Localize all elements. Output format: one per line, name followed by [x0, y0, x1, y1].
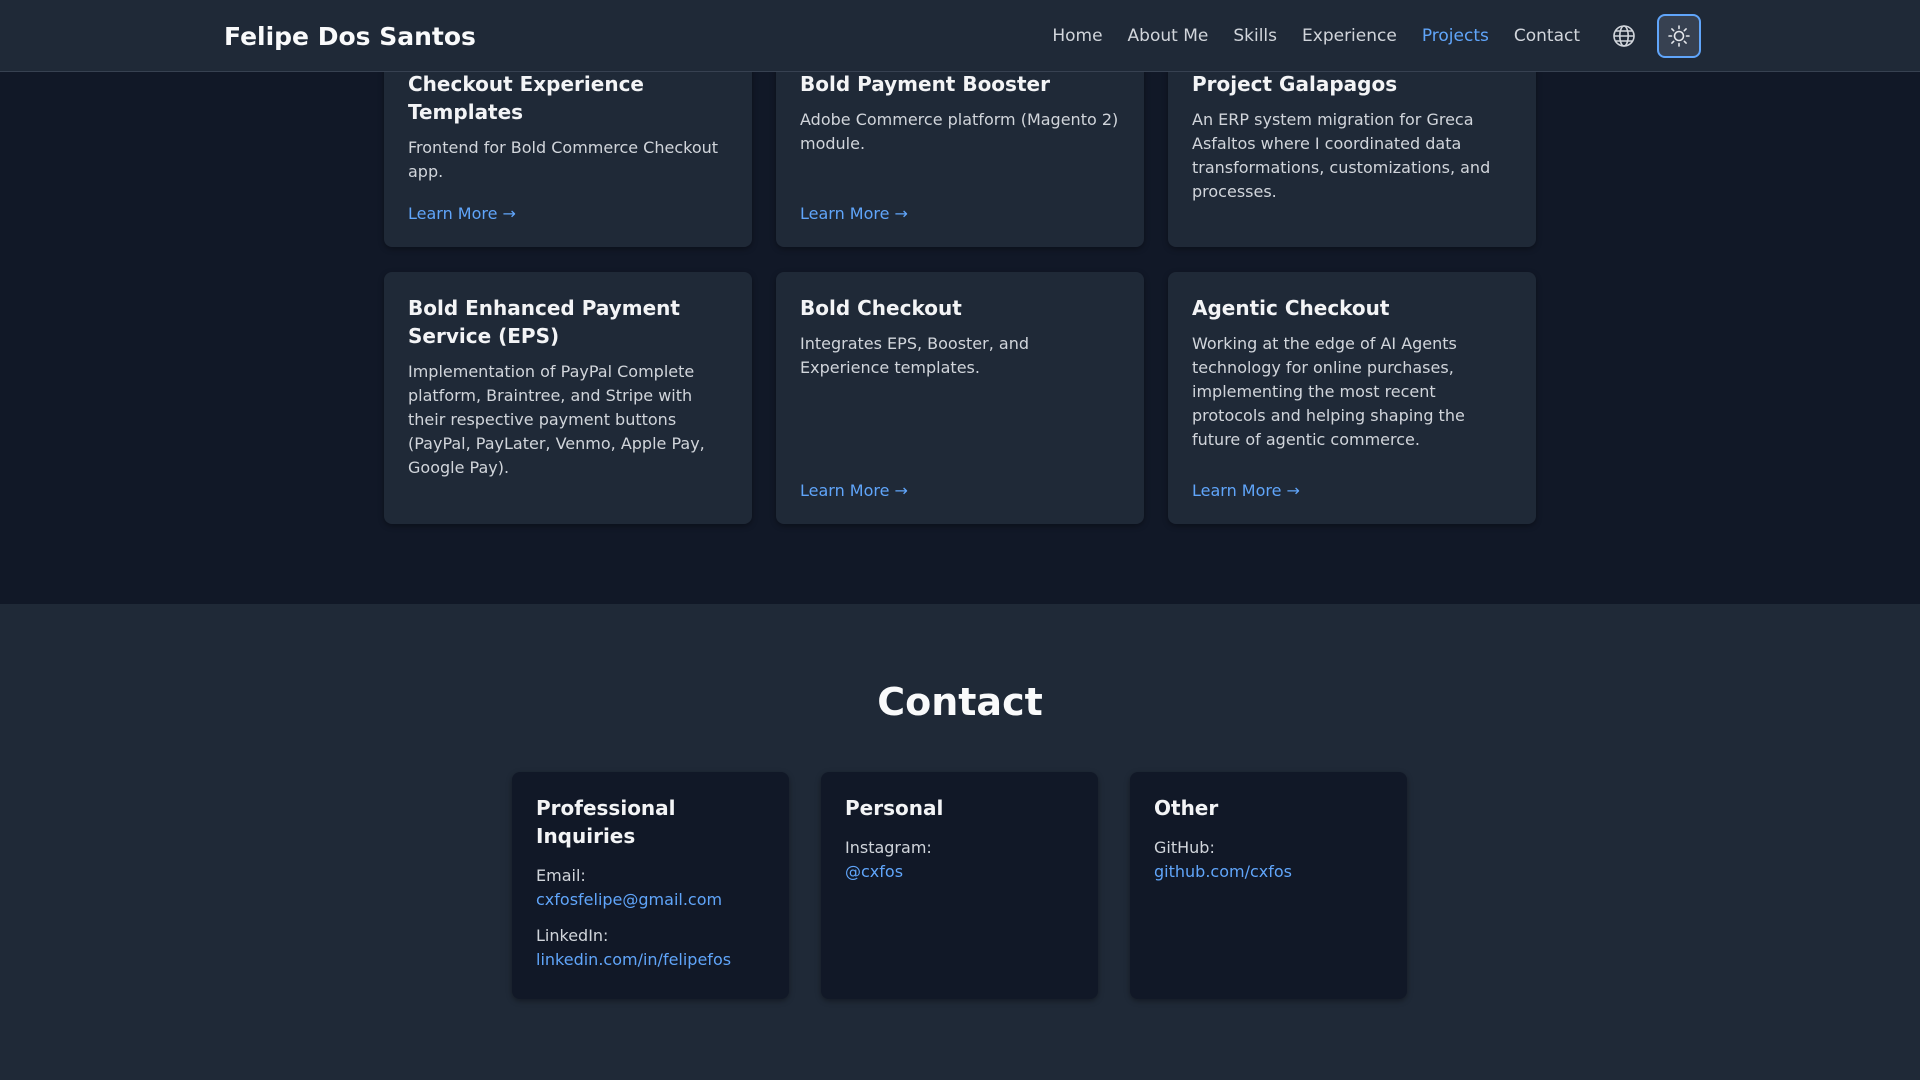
- github-link[interactable]: github.com/cxfos: [1154, 860, 1383, 884]
- project-card-checkout-templates: Checkout Experience Templates Frontend f…: [384, 48, 752, 247]
- project-card-agentic-checkout: Agentic Checkout Working at the edge of …: [1168, 272, 1536, 524]
- site-brand[interactable]: Felipe Dos Santos: [224, 0, 476, 72]
- contact-heading: Contact: [877, 680, 1043, 724]
- learn-more-link[interactable]: Learn More →: [800, 204, 908, 223]
- contact-card-title: Professional Inquiries: [536, 796, 676, 848]
- contact-card-title: Other: [1154, 796, 1219, 820]
- main-nav: Home About Me Skills Experience Projects…: [1052, 0, 1580, 72]
- contact-section: Contact Professional Inquiries Email: cx…: [0, 604, 1920, 1080]
- learn-more-link[interactable]: Learn More →: [1192, 481, 1300, 500]
- nav-projects[interactable]: Projects: [1422, 26, 1489, 46]
- project-title: Bold Enhanced Payment Service (EPS): [408, 296, 680, 348]
- header-actions: [1604, 14, 1701, 58]
- learn-more-link[interactable]: Learn More →: [408, 204, 516, 223]
- project-title: Project Galapagos: [1192, 72, 1398, 96]
- linkedin-label: LinkedIn:: [536, 926, 609, 945]
- project-description: Integrates EPS, Booster, and Experience …: [800, 334, 1029, 377]
- project-description: Working at the edge of AI Agents technol…: [1192, 334, 1465, 449]
- contact-card-professional: Professional Inquiries Email: cxfosfelip…: [512, 772, 789, 999]
- projects-section: Checkout Experience Templates Frontend f…: [0, 0, 1920, 604]
- project-description: Implementation of PayPal Complete platfo…: [408, 362, 705, 477]
- project-title: Agentic Checkout: [1192, 296, 1390, 320]
- learn-more-link[interactable]: Learn More →: [800, 481, 908, 500]
- language-button[interactable]: [1604, 14, 1644, 58]
- contact-card-title: Personal: [845, 796, 944, 820]
- project-card-eps: Bold Enhanced Payment Service (EPS) Impl…: [384, 272, 752, 524]
- project-card-galapagos: Project Galapagos An ERP system migratio…: [1168, 48, 1536, 247]
- project-title: Bold Checkout: [800, 296, 962, 320]
- project-title: Bold Payment Booster: [800, 72, 1050, 96]
- nav-about-me[interactable]: About Me: [1128, 26, 1209, 46]
- project-description: Frontend for Bold Commerce Checkout app.: [408, 138, 719, 181]
- sun-icon: [1668, 25, 1690, 47]
- project-title: Checkout Experience Templates: [408, 72, 644, 124]
- nav-contact[interactable]: Contact: [1514, 26, 1580, 46]
- site-header: Felipe Dos Santos Home About Me Skills E…: [0, 0, 1920, 72]
- nav-skills[interactable]: Skills: [1233, 26, 1277, 46]
- nav-experience[interactable]: Experience: [1302, 26, 1397, 46]
- email-link[interactable]: cxfosfelipe@gmail.com: [536, 888, 765, 912]
- theme-toggle-button[interactable]: [1657, 14, 1701, 58]
- email-label: Email:: [536, 866, 586, 885]
- linkedin-link[interactable]: linkedin.com/in/felipefos: [536, 948, 765, 972]
- globe-icon: [1613, 25, 1635, 47]
- contact-card-other: Other GitHub: github.com/cxfos: [1130, 772, 1407, 999]
- github-label: GitHub:: [1154, 838, 1215, 857]
- project-card-payment-booster: Bold Payment Booster Adobe Commerce plat…: [776, 48, 1144, 247]
- nav-home[interactable]: Home: [1052, 26, 1102, 46]
- project-description: Adobe Commerce platform (Magento 2) modu…: [800, 110, 1119, 153]
- instagram-label: Instagram:: [845, 838, 932, 857]
- project-description: An ERP system migration for Greca Asfalt…: [1192, 110, 1491, 201]
- instagram-link[interactable]: @cxfos: [845, 860, 1074, 884]
- contact-card-personal: Personal Instagram: @cxfos: [821, 772, 1098, 999]
- project-card-bold-checkout: Bold Checkout Integrates EPS, Booster, a…: [776, 272, 1144, 524]
